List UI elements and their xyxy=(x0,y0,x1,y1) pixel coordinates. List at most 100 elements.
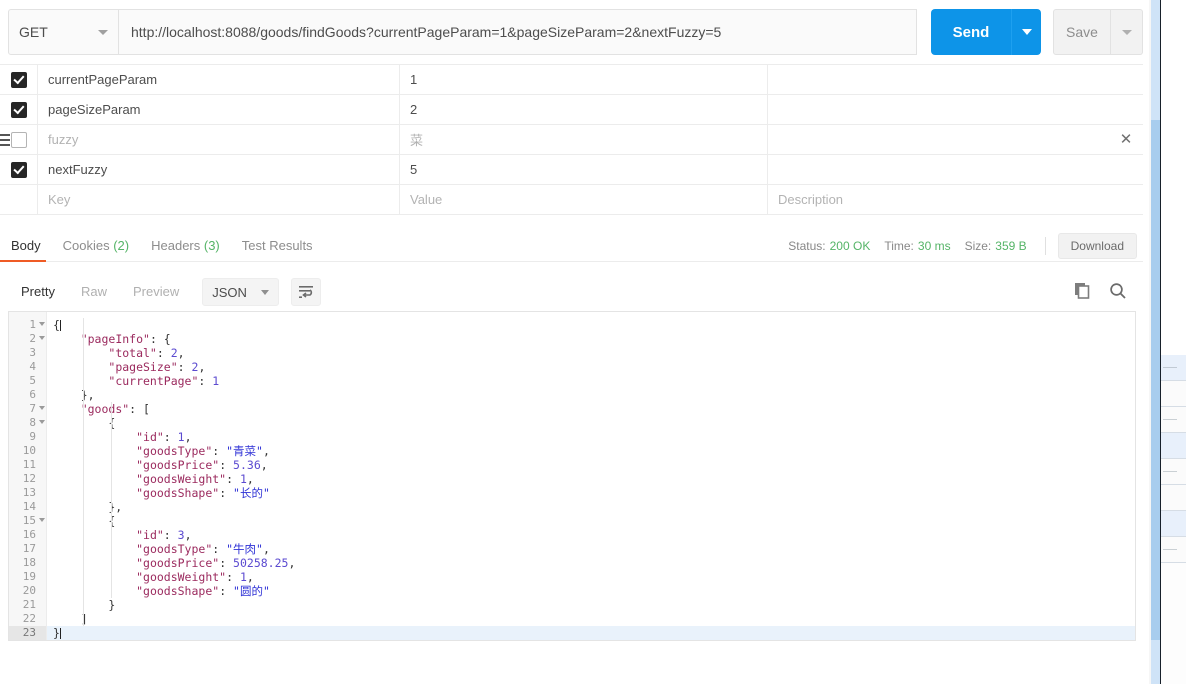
json-token-key: "goodsPrice" xyxy=(136,556,220,570)
param-key-placeholder: Key xyxy=(48,192,71,207)
tab-label: Test Results xyxy=(241,237,313,253)
view-tab-preview[interactable]: Preview xyxy=(120,279,192,305)
line-number: 16 xyxy=(22,528,36,541)
code-line: "goodsPrice": 5.36, xyxy=(47,458,1135,472)
param-enable-cell[interactable] xyxy=(0,155,38,184)
param-key-input[interactable]: Key xyxy=(38,185,400,214)
table-row-new[interactable]: Key Value Description xyxy=(0,185,1143,215)
code-line: "id": 1, xyxy=(47,430,1135,444)
json-token-key: "goodsType" xyxy=(136,444,213,458)
json-token-pun: { xyxy=(53,514,116,528)
table-row[interactable]: fuzzy 菜 ✕ xyxy=(0,125,1143,155)
json-token-pun xyxy=(53,570,136,584)
search-icon[interactable] xyxy=(1109,282,1127,303)
tab-headers[interactable]: Headers (3) xyxy=(140,230,231,262)
code-line: "goods": [ xyxy=(47,402,1135,416)
param-key-input[interactable]: pageSizeParam xyxy=(38,95,400,124)
param-description-input[interactable] xyxy=(768,155,1143,184)
code-line: ] xyxy=(47,612,1135,626)
param-description-input[interactable] xyxy=(768,95,1143,124)
json-code-area[interactable]: { "pageInfo": { "total": 2, "pageSize": … xyxy=(47,312,1135,640)
param-checkbox[interactable] xyxy=(10,71,27,88)
json-token-key: "goodsWeight" xyxy=(136,472,227,486)
fold-toggle-icon[interactable] xyxy=(39,420,45,424)
line-number: 9 xyxy=(29,430,36,443)
table-row[interactable]: nextFuzzy 5 xyxy=(0,155,1143,185)
param-value-input[interactable]: 5 xyxy=(400,155,768,184)
json-token-str: "青菜" xyxy=(226,444,263,458)
line-number: 20 xyxy=(22,584,36,597)
json-token-pun: , xyxy=(246,570,254,584)
fold-toggle-icon[interactable] xyxy=(39,322,45,326)
http-method-select[interactable]: GET xyxy=(8,9,119,55)
tab-body[interactable]: Body xyxy=(0,230,52,262)
param-value-input[interactable]: Value xyxy=(400,185,768,214)
json-token-pun: : xyxy=(226,570,240,584)
tab-count: (2) xyxy=(109,237,130,253)
background-row xyxy=(1161,485,1186,511)
line-number: 12 xyxy=(22,472,36,485)
param-key-input[interactable]: currentPageParam xyxy=(38,65,400,94)
save-button[interactable]: Save xyxy=(1053,9,1111,55)
param-checkbox[interactable] xyxy=(10,161,27,178)
send-options-button[interactable] xyxy=(1011,9,1041,55)
fold-toggle-icon[interactable] xyxy=(39,336,45,340)
json-token-num: 2 xyxy=(170,346,178,360)
param-enable-cell[interactable] xyxy=(0,95,38,124)
fold-toggle-icon[interactable] xyxy=(39,518,45,522)
json-token-pun: : xyxy=(212,542,227,556)
drag-handle-icon[interactable] xyxy=(0,134,10,146)
param-value-input[interactable]: 1 xyxy=(400,65,768,94)
param-description-input[interactable]: ✕ xyxy=(768,125,1143,154)
line-number: 22 xyxy=(22,612,36,625)
view-tab-raw[interactable]: Raw xyxy=(68,279,120,305)
param-description-input[interactable] xyxy=(768,65,1143,94)
copy-icon[interactable] xyxy=(1074,282,1091,302)
json-token-pun xyxy=(53,430,136,444)
code-line: } xyxy=(47,598,1135,612)
response-body-viewer[interactable]: 1 2 3 4 5 6 7 8 9 10 11 12 13 14 15 16 17 18 19 20 21 22 23 { … xyxy=(8,311,1136,641)
query-params-table: currentPageParam 1 pageSizeParam 2 fuzzy 菜 ✕ ne… xyxy=(0,64,1143,215)
close-icon[interactable]: ✕ xyxy=(1119,132,1133,147)
param-enable-cell[interactable] xyxy=(0,65,38,94)
line-number: 5 xyxy=(29,374,36,387)
json-token-str: "圆的" xyxy=(233,584,270,598)
download-button[interactable]: Download xyxy=(1057,232,1137,259)
save-options-button[interactable] xyxy=(1111,9,1143,55)
param-key-input[interactable]: nextFuzzy xyxy=(38,155,400,184)
param-value-input[interactable]: 2 xyxy=(400,95,768,124)
url-input[interactable]: http://localhost:8088/goods/findGoods?cu… xyxy=(119,9,917,55)
response-format-label: JSON xyxy=(212,284,247,300)
param-checkbox[interactable] xyxy=(10,101,27,118)
json-token-pun: : xyxy=(219,458,234,472)
tab-cookies[interactable]: Cookies (2) xyxy=(52,230,140,262)
param-enable-cell[interactable] xyxy=(0,125,38,154)
param-checkbox[interactable] xyxy=(10,131,27,148)
response-format-select[interactable]: JSON xyxy=(202,278,279,306)
chevron-down-icon xyxy=(260,289,269,295)
view-tab-pretty[interactable]: Pretty xyxy=(8,279,68,305)
save-button-group: Save xyxy=(1053,9,1143,55)
fold-toggle-icon[interactable] xyxy=(39,406,45,410)
background-window[interactable]: —— —— —— —— xyxy=(1160,0,1186,684)
param-value-input[interactable]: 菜 xyxy=(400,125,768,154)
line-number: 14 xyxy=(22,500,36,513)
word-wrap-icon[interactable] xyxy=(290,278,321,306)
json-token-pun xyxy=(53,402,81,416)
tab-test-results[interactable]: Test Results xyxy=(231,230,324,262)
table-row[interactable]: pageSizeParam 2 xyxy=(0,95,1143,125)
param-description-placeholder: Description xyxy=(778,192,844,207)
line-number: 11 xyxy=(22,458,36,471)
background-window-scroll-thumb[interactable] xyxy=(1151,120,1160,640)
param-enable-cell[interactable] xyxy=(0,185,38,214)
param-key-input[interactable]: fuzzy xyxy=(38,125,400,154)
param-value-text: 5 xyxy=(410,162,418,177)
code-line: "goodsPrice": 50258.25, xyxy=(47,556,1135,570)
postman-pane: GET http://localhost:8088/goods/findGood… xyxy=(0,0,1149,684)
status-label: Status: xyxy=(788,238,826,253)
send-button[interactable]: Send xyxy=(931,9,1011,55)
param-description-input[interactable]: Description xyxy=(768,185,1143,214)
background-window-scrollbar[interactable] xyxy=(1151,0,1160,684)
table-row[interactable]: currentPageParam 1 xyxy=(0,65,1143,95)
json-token-pun xyxy=(53,528,136,542)
